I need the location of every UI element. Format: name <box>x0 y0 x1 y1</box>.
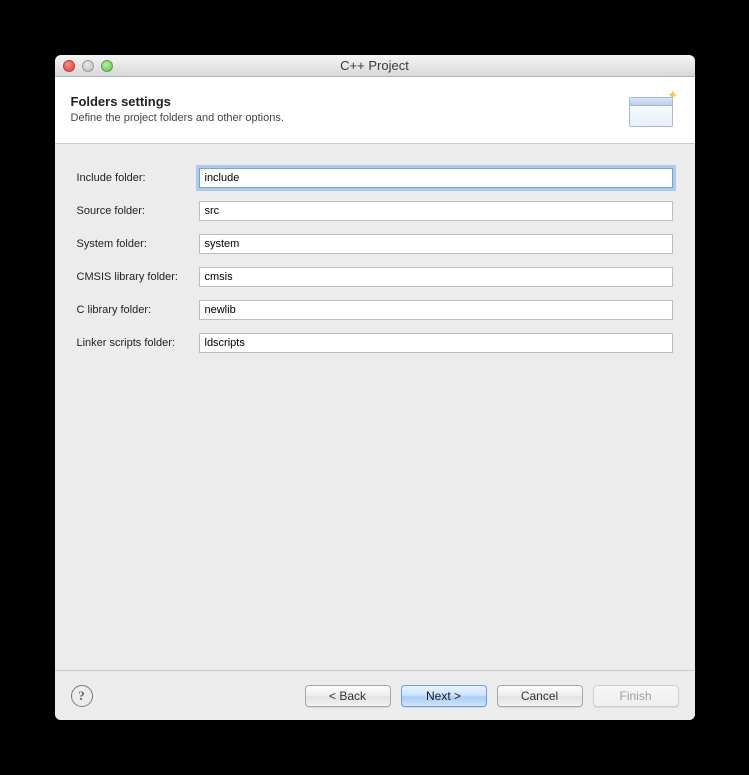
wizard-icon: ✦ <box>623 89 679 129</box>
banner-text: Folders settings Define the project fold… <box>71 94 284 124</box>
row-include: Include folder: <box>77 168 673 188</box>
page-title: Folders settings <box>71 94 284 109</box>
input-system-folder[interactable] <box>199 234 673 254</box>
wizard-banner: Folders settings Define the project fold… <box>55 77 695 144</box>
input-linker-folder[interactable] <box>199 333 673 353</box>
traffic-lights <box>63 60 113 72</box>
finish-button: Finish <box>593 685 679 707</box>
help-icon[interactable]: ? <box>71 685 93 707</box>
titlebar: C++ Project <box>55 55 695 77</box>
back-button[interactable]: < Back <box>305 685 391 707</box>
row-system: System folder: <box>77 234 673 254</box>
dialog-window: C++ Project Folders settings Define the … <box>55 55 695 720</box>
form-area: Include folder: Source folder: System fo… <box>55 144 695 670</box>
label-linker-folder: Linker scripts folder: <box>77 337 199 349</box>
row-clib: C library folder: <box>77 300 673 320</box>
label-cmsis-folder: CMSIS library folder: <box>77 271 199 283</box>
cancel-button[interactable]: Cancel <box>497 685 583 707</box>
zoom-icon[interactable] <box>101 60 113 72</box>
label-include-folder: Include folder: <box>77 172 199 184</box>
close-icon[interactable] <box>63 60 75 72</box>
input-clib-folder[interactable] <box>199 300 673 320</box>
label-clib-folder: C library folder: <box>77 304 199 316</box>
minimize-icon <box>82 60 94 72</box>
row-cmsis: CMSIS library folder: <box>77 267 673 287</box>
next-button[interactable]: Next > <box>401 685 487 707</box>
page-description: Define the project folders and other opt… <box>71 112 284 124</box>
button-bar: ? < Back Next > Cancel Finish <box>55 670 695 720</box>
label-source-folder: Source folder: <box>77 205 199 217</box>
label-system-folder: System folder: <box>77 238 199 250</box>
window-title: C++ Project <box>55 58 695 73</box>
input-source-folder[interactable] <box>199 201 673 221</box>
input-include-folder[interactable] <box>199 168 673 188</box>
input-cmsis-folder[interactable] <box>199 267 673 287</box>
row-source: Source folder: <box>77 201 673 221</box>
row-linker: Linker scripts folder: <box>77 333 673 353</box>
